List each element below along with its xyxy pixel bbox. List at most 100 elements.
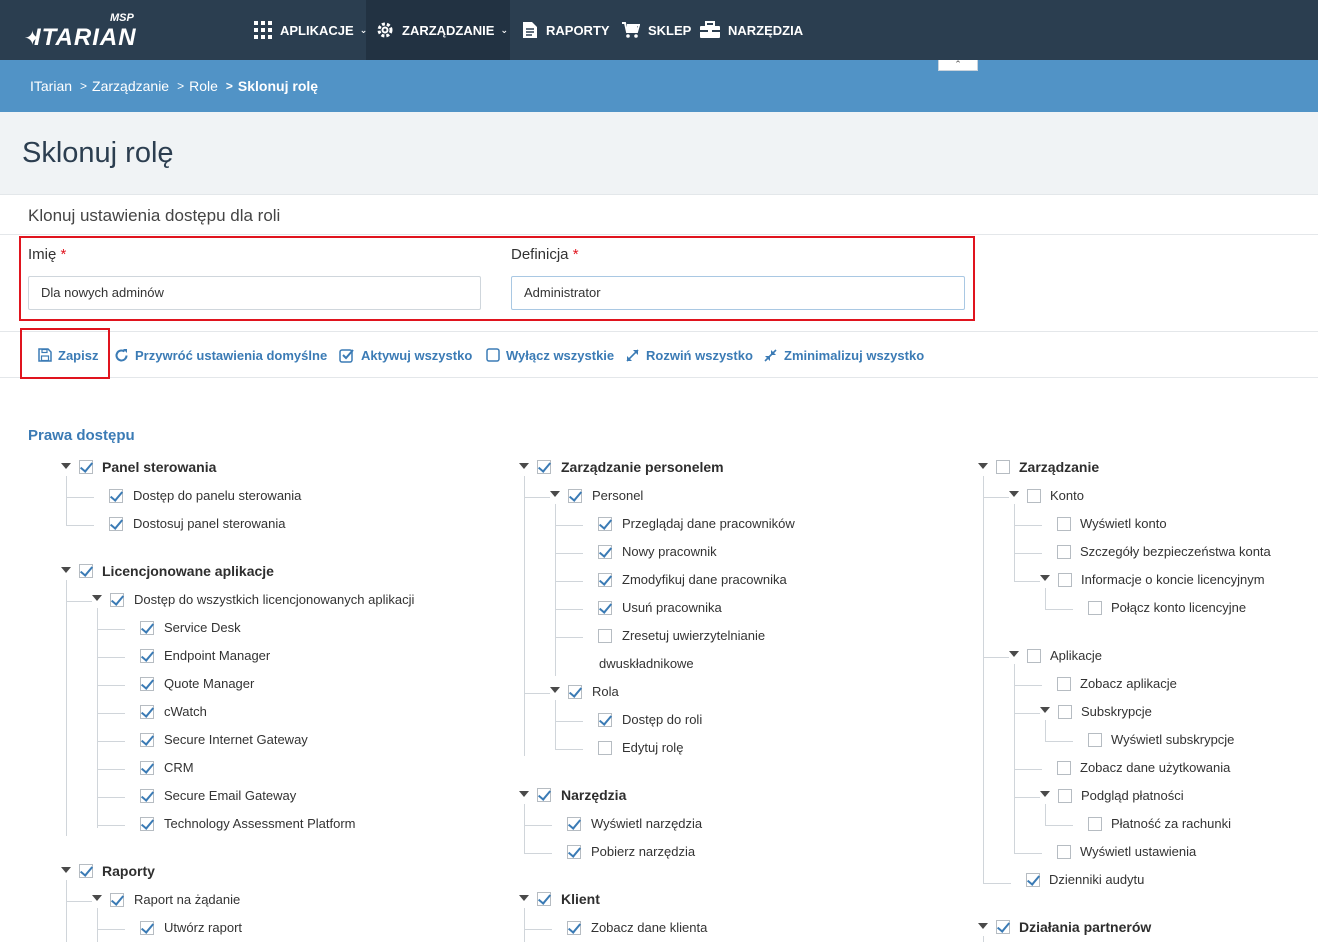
checkbox-view-account[interactable] (1057, 517, 1071, 531)
tree-toggle-applications[interactable] (1009, 651, 1019, 657)
checkbox-secure-internet-gateway[interactable] (140, 733, 154, 747)
tree-toggle-reports[interactable] (61, 867, 71, 873)
checkbox-edit-role[interactable] (598, 741, 612, 755)
collapse-header-button[interactable]: ⌃ (938, 60, 978, 71)
checkbox-usage-data[interactable] (1057, 761, 1071, 775)
tree-toggle-client[interactable] (519, 895, 529, 901)
tree-label-dashboard-customize: Dostosuj panel sterowania (133, 516, 286, 531)
breadcrumb-bar: ITarian > Zarządzanie > Role > Sklonuj r… (0, 60, 1318, 112)
checkbox-all-licensed[interactable] (110, 593, 124, 607)
nav-item-shop[interactable]: SKLEP (622, 0, 691, 60)
tree-toggle-staff[interactable] (519, 463, 529, 469)
name-input[interactable]: Dla nowych adminów (28, 276, 481, 310)
tree-label-new-staff: Nowy pracownik (622, 544, 717, 559)
checkbox-personel[interactable] (568, 489, 582, 503)
checkbox-endpoint-manager[interactable] (140, 649, 154, 663)
checkbox-new-staff[interactable] (598, 545, 612, 559)
checkbox-ondemand-report[interactable] (110, 893, 124, 907)
breadcrumb-item-roles[interactable]: Role (189, 78, 218, 94)
tree-toggle-all-licensed[interactable] (92, 595, 102, 601)
checkbox-connect-license[interactable] (1088, 601, 1102, 615)
checkbox-management[interactable] (996, 460, 1010, 474)
checkbox-modify-staff[interactable] (598, 573, 612, 587)
tree-toggle-payment-preview[interactable] (1040, 791, 1050, 797)
tree-toggle-license-info[interactable] (1040, 575, 1050, 581)
permissions-title: Prawa dostępu (28, 427, 135, 444)
checkbox-view-apps[interactable] (1057, 677, 1071, 691)
tree-toggle-tools[interactable] (519, 791, 529, 797)
checkbox-staff[interactable] (537, 460, 551, 474)
tree-line (1045, 588, 1046, 610)
checkbox-account-security[interactable] (1057, 545, 1071, 559)
checkbox-account[interactable] (1027, 489, 1041, 503)
tree-toggle-subscriptions[interactable] (1040, 707, 1050, 713)
checkbox-audit-logs[interactable] (1026, 873, 1040, 887)
checkbox-create-report[interactable] (140, 921, 154, 935)
tree-toggle-ondemand-report[interactable] (92, 895, 102, 901)
required-mark: * (572, 246, 579, 263)
divider (0, 234, 1318, 235)
expand-all-button[interactable]: Rozwiń wszystko (625, 346, 753, 364)
required-mark: * (60, 246, 67, 263)
tree-toggle-role[interactable] (550, 687, 560, 693)
checkbox-download-tools[interactable] (567, 845, 581, 859)
tree-label-account: Konto (1050, 488, 1084, 503)
checkbox-partner-actions[interactable] (996, 920, 1010, 934)
tree-line (524, 929, 552, 930)
tree-toggle-partner-actions[interactable] (978, 923, 988, 929)
checkbox-crm[interactable] (140, 761, 154, 775)
tree-toggle-account[interactable] (1009, 491, 1019, 497)
checkbox-reset-2fa[interactable] (598, 629, 612, 643)
checkbox-dashboard-access[interactable] (109, 489, 123, 503)
save-button[interactable]: Zapisz (38, 346, 98, 364)
checkbox-dashboard-customize[interactable] (109, 517, 123, 531)
tree-label-reset-2fa-cont: dwuskładnikowe (599, 656, 694, 671)
deactivate-all-button[interactable]: Wyłącz wszystkie (486, 346, 614, 364)
checkbox-client[interactable] (537, 892, 551, 906)
checkbox-cwatch[interactable] (140, 705, 154, 719)
tree-toggle-personel[interactable] (550, 491, 560, 497)
checkbox-view-tools[interactable] (567, 817, 581, 831)
checkbox-role[interactable] (568, 685, 582, 699)
nav-item-reports[interactable]: RAPORTY (522, 0, 610, 60)
checkbox-dashboard[interactable] (79, 460, 93, 474)
chevron-right-icon: > (177, 79, 185, 93)
definition-select[interactable]: Administrator (511, 276, 965, 310)
collapse-all-button[interactable]: Zminimalizuj wszystko (763, 346, 924, 364)
deactivate-all-label: Wyłącz wszystkie (506, 347, 615, 363)
activate-all-button[interactable]: Aktywuj wszystko (339, 346, 472, 364)
itarian-logo[interactable]: ✦ ITARIAN MSP (24, 12, 144, 51)
nav-item-tools[interactable]: NARZĘDZIA (700, 0, 803, 60)
breadcrumb-item-management[interactable]: Zarządzanie (92, 78, 169, 94)
tree-line (524, 497, 550, 498)
checkbox-subscriptions[interactable] (1058, 705, 1072, 719)
checkbox-quote-manager[interactable] (140, 677, 154, 691)
checkbox-service-desk[interactable] (140, 621, 154, 635)
checkbox-tools[interactable] (537, 788, 551, 802)
checkbox-view-subscriptions[interactable] (1088, 733, 1102, 747)
checkbox-role-access[interactable] (598, 713, 612, 727)
tree-line (1014, 853, 1042, 854)
checkbox-delete-staff[interactable] (598, 601, 612, 615)
checkbox-licensed-apps[interactable] (79, 564, 93, 578)
tree-toggle-management[interactable] (978, 463, 988, 469)
tree-line (1045, 804, 1046, 826)
tree-toggle-dashboard[interactable] (61, 463, 71, 469)
tree-toggle-licensed-apps[interactable] (61, 567, 71, 573)
checkbox-payment-preview[interactable] (1058, 789, 1072, 803)
checkbox-reports[interactable] (79, 864, 93, 878)
restore-defaults-button[interactable]: Przywróć ustawienia domyślne (114, 346, 327, 364)
breadcrumb-item-itarian[interactable]: ITarian (30, 78, 72, 94)
checkbox-secure-email-gateway[interactable] (140, 789, 154, 803)
tree-line (524, 476, 525, 756)
expand-all-label: Rozwiń wszystko (646, 347, 753, 363)
checkbox-technology-assessment[interactable] (140, 817, 154, 831)
checkbox-view-staff[interactable] (598, 517, 612, 531)
nav-item-management[interactable]: ZARZĄDZANIE ⌄ (366, 0, 510, 60)
checkbox-view-settings[interactable] (1057, 845, 1071, 859)
checkbox-pay-invoices[interactable] (1088, 817, 1102, 831)
nav-item-apps[interactable]: APLIKACJE ⌄ (254, 0, 367, 60)
checkbox-applications[interactable] (1027, 649, 1041, 663)
checkbox-view-client[interactable] (567, 921, 581, 935)
checkbox-license-info[interactable] (1058, 573, 1072, 587)
